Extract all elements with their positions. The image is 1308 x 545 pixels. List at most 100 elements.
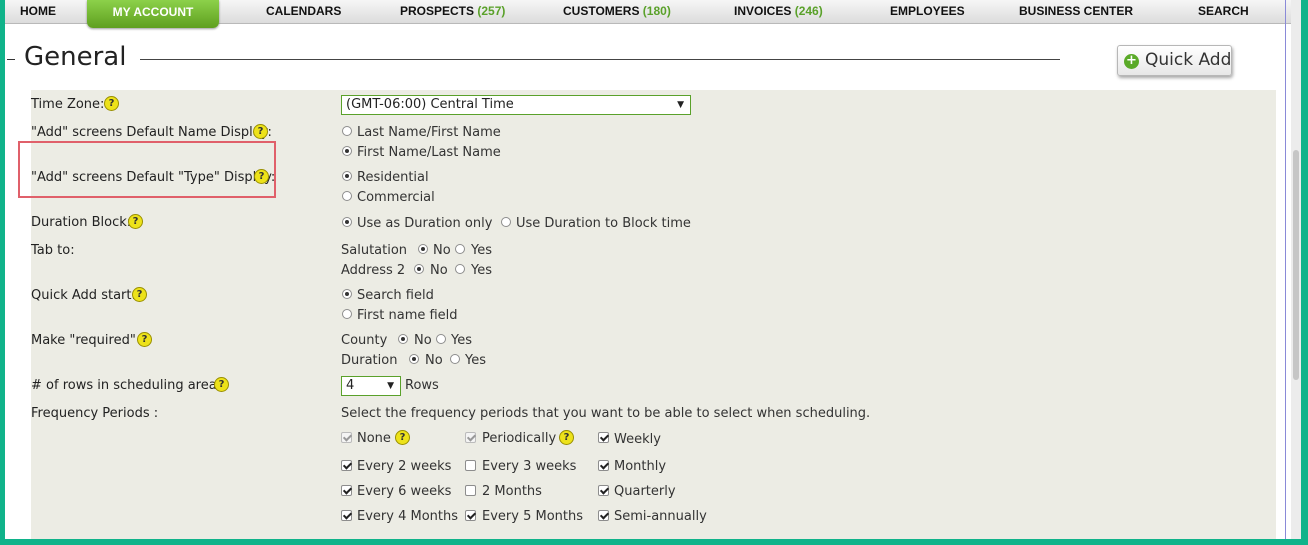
freq-every-4-months-label: Every 4 Months xyxy=(357,509,458,524)
option-last-first: Last Name/First Name xyxy=(357,125,501,140)
scrollbar-thumb[interactable] xyxy=(1293,150,1299,380)
address2-no-label: No xyxy=(430,263,448,278)
title-dash xyxy=(7,59,15,60)
freq-every-5-months-label: Every 5 Months xyxy=(482,509,583,524)
frequency-hint: Select the frequency periods that you wa… xyxy=(341,406,871,421)
duration-yes-label: Yes xyxy=(465,353,486,368)
radio-salutation-no[interactable] xyxy=(418,244,428,254)
radio-address2-yes[interactable] xyxy=(455,264,465,274)
time-zone-help-icon[interactable]: ? xyxy=(104,96,119,111)
frequency-label: Frequency Periods : xyxy=(31,406,159,421)
duration-label: Duration xyxy=(341,353,398,368)
quick-add-start-help-icon[interactable]: ? xyxy=(132,287,147,302)
make-required-help-icon[interactable]: ? xyxy=(137,332,152,347)
address2-yes-label: Yes xyxy=(471,263,492,278)
dropdown-arrow-icon: ▼ xyxy=(387,381,394,391)
tab-to-label: Tab to: xyxy=(31,243,75,258)
option-commercial: Commercial xyxy=(357,190,435,205)
radio-first-name-field[interactable] xyxy=(342,309,352,319)
freq-weekly-label: Weekly xyxy=(614,432,661,447)
nav-my-account[interactable]: MY ACCOUNT xyxy=(87,0,219,28)
nav-prospects[interactable]: PROSPECTS (257) xyxy=(400,4,505,18)
freq-monthly-label: Monthly xyxy=(614,459,667,474)
checkbox-weekly[interactable] xyxy=(598,432,609,443)
salutation-no-label: No xyxy=(433,243,451,258)
checkbox-every-2-weeks[interactable] xyxy=(341,460,352,471)
radio-address2-no[interactable] xyxy=(414,264,424,274)
time-zone-select[interactable]: (GMT-06:00) Central Time ▼ xyxy=(341,95,691,115)
nav-business-center[interactable]: BUSINESS CENTER xyxy=(1019,4,1133,18)
radio-duration-only[interactable] xyxy=(342,217,352,227)
checkbox-none[interactable] xyxy=(341,432,352,443)
quick-add-button[interactable]: + Quick Add xyxy=(1117,45,1232,76)
nav-employees[interactable]: EMPLOYEES xyxy=(890,4,965,18)
type-display-help-icon[interactable]: ? xyxy=(254,169,269,184)
checkbox-every-5-months[interactable] xyxy=(465,510,476,521)
title-divider xyxy=(140,59,1060,60)
county-no-label: No xyxy=(414,333,432,348)
radio-county-yes[interactable] xyxy=(436,334,446,344)
nav-customers[interactable]: CUSTOMERS (180) xyxy=(563,4,671,18)
checkbox-quarterly[interactable] xyxy=(598,485,609,496)
radio-residential[interactable] xyxy=(342,171,352,181)
radio-duration-yes[interactable] xyxy=(450,354,460,364)
option-residential: Residential xyxy=(357,170,429,185)
time-zone-label: Time Zone: xyxy=(31,97,105,112)
dropdown-arrow-icon: ▼ xyxy=(677,100,684,110)
freq-every-3-weeks-label: Every 3 weeks xyxy=(482,459,577,474)
rows-scheduling-help-icon[interactable]: ? xyxy=(214,377,229,392)
duration-block-label: Duration Block: xyxy=(31,215,132,230)
checkbox-every-6-weeks[interactable] xyxy=(341,485,352,496)
rows-select[interactable]: 4 ▼ xyxy=(341,376,401,396)
option-first-last: First Name/Last Name xyxy=(357,145,501,160)
nav-prospects-count: (257) xyxy=(477,4,506,18)
radio-commercial[interactable] xyxy=(342,191,352,201)
option-first-name-field: First name field xyxy=(357,308,458,323)
freq-periodically-label: Periodically xyxy=(482,431,557,446)
freq-semi-annually-label: Semi-annually xyxy=(614,509,707,524)
rows-suffix: Rows xyxy=(405,378,439,393)
plus-circle-icon: + xyxy=(1124,54,1139,69)
radio-county-no[interactable] xyxy=(398,334,408,344)
nav-invoices-count: (246) xyxy=(794,4,823,18)
nav-invoices[interactable]: INVOICES (246) xyxy=(734,4,823,18)
nav-customers-count: (180) xyxy=(642,4,671,18)
radio-duration-no[interactable] xyxy=(409,354,419,364)
nav-home[interactable]: HOME xyxy=(20,4,56,18)
checkbox-monthly[interactable] xyxy=(598,460,609,471)
quick-add-start-label: Quick Add start: xyxy=(31,288,136,303)
checkbox-every-4-months[interactable] xyxy=(341,510,352,521)
name-display-label: "Add" screens Default Name Display: xyxy=(31,125,272,140)
page-title: General xyxy=(24,42,127,72)
salutation-label: Salutation xyxy=(341,243,408,258)
radio-first-last[interactable] xyxy=(342,146,352,156)
quick-add-label: Quick Add xyxy=(1145,50,1232,70)
name-display-help-icon[interactable]: ? xyxy=(253,124,268,139)
duration-no-label: No xyxy=(425,353,443,368)
type-display-label: "Add" screens Default "Type" Display: xyxy=(31,170,276,185)
freq-2-months-label: 2 Months xyxy=(482,484,542,499)
vertical-scrollbar[interactable] xyxy=(1291,0,1301,539)
freq-none-help-icon[interactable]: ? xyxy=(395,430,410,445)
radio-search-field[interactable] xyxy=(342,289,352,299)
radio-salutation-yes[interactable] xyxy=(455,244,465,254)
nav-calendars[interactable]: CALENDARS xyxy=(266,4,341,18)
rows-scheduling-label: # of rows in scheduling areas: xyxy=(31,378,228,393)
freq-every-6-weeks-label: Every 6 weeks xyxy=(357,484,452,499)
radio-last-first[interactable] xyxy=(342,126,352,136)
app-window: HOME MY ACCOUNT CALENDARS PROSPECTS (257… xyxy=(5,0,1301,539)
make-required-label: Make "required" : xyxy=(31,333,145,348)
checkbox-2-months[interactable] xyxy=(465,485,476,496)
option-search-field: Search field xyxy=(357,288,434,303)
freq-periodically-help-icon[interactable]: ? xyxy=(559,430,574,445)
option-duration-only: Use as Duration only xyxy=(357,216,493,231)
county-yes-label: Yes xyxy=(451,333,472,348)
radio-block-time[interactable] xyxy=(501,217,511,227)
checkbox-periodically[interactable] xyxy=(465,432,476,443)
address2-label: Address 2 xyxy=(341,263,406,278)
option-block-time: Use Duration to Block time xyxy=(516,216,691,231)
checkbox-every-3-weeks[interactable] xyxy=(465,460,476,471)
duration-block-help-icon[interactable]: ? xyxy=(128,214,143,229)
checkbox-semi-annually[interactable] xyxy=(598,510,609,521)
nav-search[interactable]: SEARCH xyxy=(1198,4,1249,18)
